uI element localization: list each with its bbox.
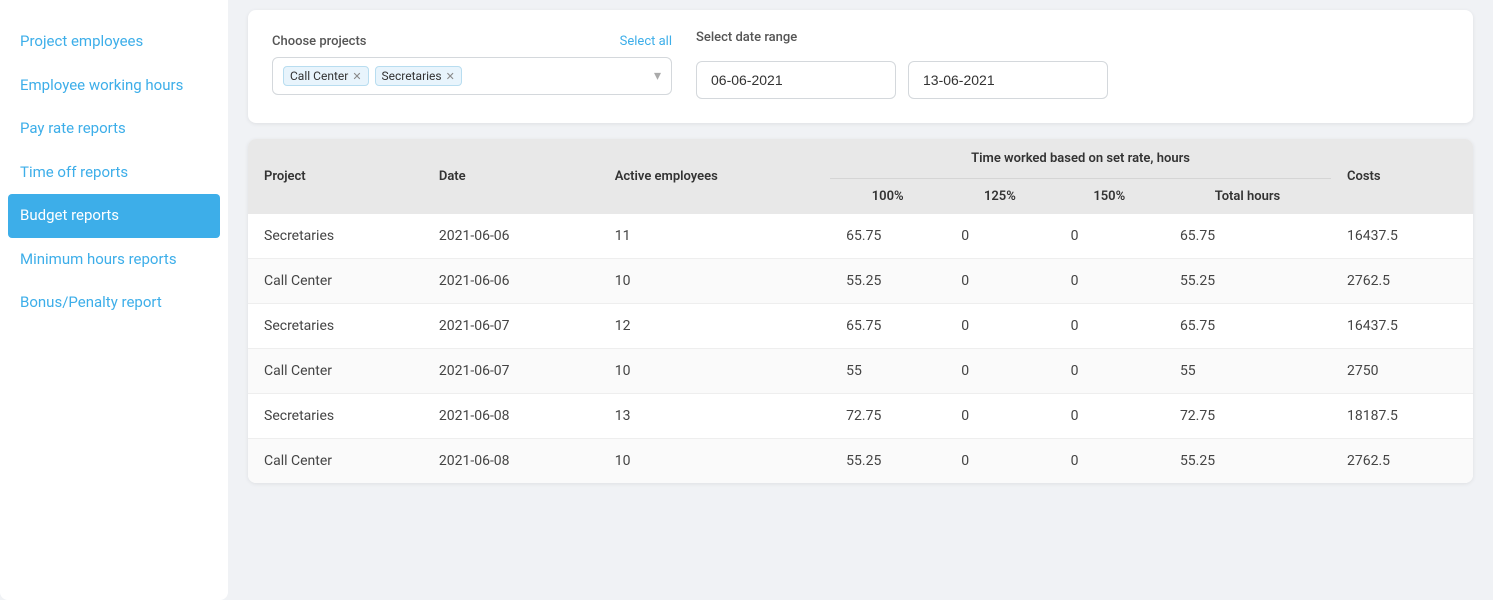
sidebar-item-time-off-reports[interactable]: Time off reports [0,151,228,195]
col-total-hours: Total hours [1164,179,1331,215]
cell-date: 2021-06-06 [423,259,599,304]
chevron-down-icon: ▾ [654,68,661,84]
project-tag: Secretaries ✕ [375,66,462,86]
cell-date: 2021-06-06 [423,214,599,259]
project-filter-group: Choose projects Select all Call Center ✕… [272,34,672,95]
sidebar-item-project-employees[interactable]: Project employees [0,20,228,64]
cell-project: Secretaries [248,304,423,349]
table-row: Call Center2021-06-07105500552750 [248,349,1473,394]
report-table-card: Project Date Active employees Time worke… [248,139,1473,483]
col-project: Project [248,139,423,214]
filter-card: Choose projects Select all Call Center ✕… [248,10,1473,123]
report-table: Project Date Active employees Time worke… [248,139,1473,483]
cell-date: 2021-06-08 [423,394,599,439]
cell-project: Call Center [248,259,423,304]
main-content: Choose projects Select all Call Center ✕… [228,0,1493,600]
tag-close-icon[interactable]: ✕ [352,70,361,83]
date-range-label: Select date range [696,30,1108,45]
cell-pct_150: 0 [1055,259,1164,304]
cell-pct_150: 0 [1055,394,1164,439]
table-row: Secretaries2021-06-071265.750065.7516437… [248,304,1473,349]
cell-pct_100: 65.75 [830,214,945,259]
table-row: Secretaries2021-06-081372.750072.7518187… [248,394,1473,439]
cell-pct_125: 0 [945,259,1054,304]
col-pct-100: 100% [830,179,945,215]
date-from-input[interactable] [696,61,896,99]
cell-costs: 2750 [1331,349,1473,394]
cell-project: Secretaries [248,394,423,439]
sidebar-item-employee-working-hours[interactable]: Employee working hours [0,64,228,108]
cell-pct_125: 0 [945,304,1054,349]
col-pct-125: 125% [945,179,1054,215]
tag-close-icon[interactable]: ✕ [446,70,455,83]
col-date: Date [423,139,599,214]
date-range-group: Select date range [696,30,1108,99]
project-select-dropdown[interactable]: Call Center ✕ Secretaries ✕ ▾ [272,57,672,95]
choose-projects-label: Choose projects [272,34,367,49]
cell-costs: 16437.5 [1331,214,1473,259]
cell-total_hours: 72.75 [1164,394,1331,439]
cell-costs: 16437.5 [1331,304,1473,349]
col-pct-150: 150% [1055,179,1164,215]
cell-pct_150: 0 [1055,439,1164,484]
cell-pct_100: 65.75 [830,304,945,349]
cell-active_employees: 13 [599,394,830,439]
project-tag: Call Center ✕ [283,66,369,86]
cell-active_employees: 10 [599,349,830,394]
col-group-time-worked: Time worked based on set rate, hours [830,139,1331,179]
cell-pct_150: 0 [1055,214,1164,259]
cell-pct_125: 0 [945,439,1054,484]
cell-total_hours: 65.75 [1164,214,1331,259]
cell-pct_100: 55.25 [830,259,945,304]
cell-costs: 2762.5 [1331,259,1473,304]
sidebar-item-pay-rate-reports[interactable]: Pay rate reports [0,107,228,151]
cell-pct_100: 55 [830,349,945,394]
cell-total_hours: 55 [1164,349,1331,394]
sidebar: Project employeesEmployee working hoursP… [0,0,228,600]
select-all-link[interactable]: Select all [620,34,672,49]
cell-date: 2021-06-07 [423,304,599,349]
table-row: Call Center2021-06-061055.250055.252762.… [248,259,1473,304]
col-costs: Costs [1331,139,1473,214]
cell-project: Secretaries [248,214,423,259]
cell-total_hours: 55.25 [1164,439,1331,484]
date-to-input[interactable] [908,61,1108,99]
cell-costs: 2762.5 [1331,439,1473,484]
sidebar-item-minimum-hours-reports[interactable]: Minimum hours reports [0,238,228,282]
cell-total_hours: 55.25 [1164,259,1331,304]
cell-date: 2021-06-07 [423,349,599,394]
sidebar-item-bonus-penalty-report[interactable]: Bonus/Penalty report [0,281,228,325]
cell-total_hours: 65.75 [1164,304,1331,349]
cell-pct_125: 0 [945,214,1054,259]
cell-project: Call Center [248,439,423,484]
cell-active_employees: 12 [599,304,830,349]
cell-pct_100: 55.25 [830,439,945,484]
sidebar-item-budget-reports[interactable]: Budget reports [8,194,220,238]
col-active-employees: Active employees [599,139,830,214]
cell-project: Call Center [248,349,423,394]
cell-active_employees: 11 [599,214,830,259]
cell-costs: 18187.5 [1331,394,1473,439]
cell-active_employees: 10 [599,439,830,484]
cell-pct_125: 0 [945,349,1054,394]
table-row: Secretaries2021-06-061165.750065.7516437… [248,214,1473,259]
table-row: Call Center2021-06-081055.250055.252762.… [248,439,1473,484]
cell-active_employees: 10 [599,259,830,304]
cell-pct_150: 0 [1055,349,1164,394]
cell-date: 2021-06-08 [423,439,599,484]
cell-pct_125: 0 [945,394,1054,439]
cell-pct_150: 0 [1055,304,1164,349]
cell-pct_100: 72.75 [830,394,945,439]
